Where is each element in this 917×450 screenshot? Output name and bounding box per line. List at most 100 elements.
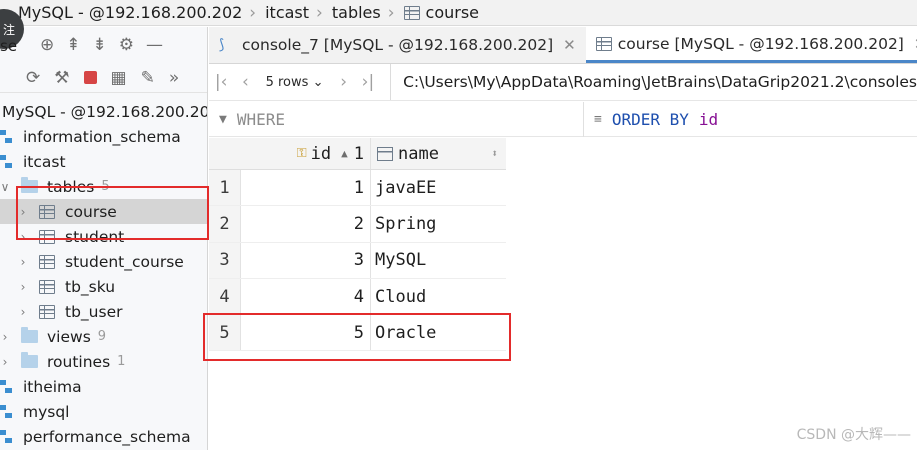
tree-item-itheima[interactable]: itheima: [0, 374, 207, 399]
where-label: WHERE: [236, 109, 285, 129]
tree-item-label: routines: [47, 352, 111, 371]
gear-icon[interactable]: ⚙: [119, 35, 134, 55]
cell-id[interactable]: 3: [241, 242, 371, 278]
console-icon: ⟆: [219, 37, 225, 53]
cell-id[interactable]: 5: [241, 315, 371, 351]
more-icon[interactable]: »: [169, 68, 179, 88]
breadcrumb-table[interactable]: course: [403, 3, 479, 22]
folder-icon: [21, 352, 38, 368]
tree-item-label: tb_sku: [65, 277, 116, 296]
sort-ascending-icon[interactable]: ▲: [341, 147, 348, 160]
collapse-all-icon[interactable]: ⇞: [66, 35, 80, 55]
tree-item-connection[interactable]: MySQL - @192.168.200.202: [0, 99, 208, 124]
table-row[interactable]: 3 3 MySQL: [209, 242, 506, 279]
tree-item-label: itheima: [23, 377, 82, 396]
item-count: 9: [97, 329, 107, 344]
previous-page-icon[interactable]: ‹: [233, 72, 257, 92]
tree-item-tb-sku[interactable]: › tb_sku: [0, 274, 207, 299]
sort-lines-icon: ≡: [594, 111, 602, 127]
refresh-icon[interactable]: ⟳: [26, 68, 40, 88]
tab-console-7[interactable]: ⟆ console_7 [MySQL - @192.168.200.202] ✕: [209, 27, 586, 63]
cell-id[interactable]: 2: [241, 206, 371, 242]
minimize-icon[interactable]: —: [146, 35, 163, 55]
tree-item-student-course[interactable]: › student_course: [0, 249, 207, 274]
tree-item-views[interactable]: › views 9: [0, 324, 207, 349]
order-by-input[interactable]: ≡ ORDER BY id: [584, 110, 718, 129]
schema-tree: MySQL - @192.168.200.202 information_sch…: [0, 99, 208, 449]
tab-course[interactable]: course [MySQL - @192.168.200.202] ✕: [585, 27, 917, 63]
tree-item-label: student: [65, 227, 125, 246]
edit-icon[interactable]: ✎: [141, 68, 155, 88]
tree-item-mysql[interactable]: mysql: [0, 399, 207, 424]
tree-item-label: tb_user: [65, 302, 123, 321]
table-editor-icon[interactable]: ▦: [111, 68, 127, 88]
table-icon: [403, 5, 420, 20]
next-page-icon[interactable]: ›: [331, 72, 355, 92]
close-icon[interactable]: ✕: [563, 36, 576, 54]
breadcrumb-separator-icon: ›: [249, 2, 257, 23]
explorer-toolbar: ⊕ ⇞ ⇟ ⚙ —: [0, 27, 207, 63]
tree-item-routines[interactable]: › routines 1: [0, 349, 207, 374]
table-icon: [39, 204, 55, 219]
chevron-right-icon[interactable]: ›: [0, 355, 10, 369]
tab-label: console_7 [MySQL - @192.168.200.202]: [242, 36, 554, 54]
table-icon: [39, 254, 55, 269]
tree-item-label: mysql: [23, 402, 70, 421]
cell-name[interactable]: Cloud: [371, 279, 506, 314]
cell-id[interactable]: 4: [241, 278, 371, 315]
item-count: 1: [117, 354, 126, 369]
cell-name[interactable]: Spring: [371, 206, 506, 241]
sort-toggle-icon[interactable]: ⬍: [491, 147, 498, 160]
cell-id[interactable]: 1: [241, 170, 371, 206]
filter-bar: ▼ WHERE ≡ ORDER BY id: [209, 101, 917, 137]
tree-item-label: MySQL - @192.168.200.202: [2, 102, 208, 121]
column-header-id[interactable]: ⚿ id ▲ 1: [241, 138, 371, 169]
chevron-right-icon[interactable]: ›: [18, 255, 28, 269]
tree-item-tb-user[interactable]: › tb_user: [0, 299, 207, 324]
breadcrumb-connection[interactable]: MySQL - @192.168.200.202: [18, 3, 242, 22]
order-by-column: id: [698, 109, 719, 129]
cell-name[interactable]: javaEE: [371, 170, 506, 205]
tree-item-tables[interactable]: ∨ tables 5: [0, 174, 207, 199]
table-row[interactable]: 1 1 javaEE: [209, 170, 506, 207]
breadcrumb-separator-icon: ›: [316, 2, 323, 23]
breadcrumb-schema[interactable]: itcast: [265, 3, 309, 22]
tab-label: course [MySQL - @192.168.200.202]: [617, 34, 904, 53]
tree-item-student[interactable]: › student: [0, 224, 207, 249]
column-header-name[interactable]: name ⬍: [371, 138, 506, 169]
chevron-right-icon[interactable]: ›: [18, 230, 28, 244]
column-header-label: name: [398, 143, 439, 164]
tree-item-course[interactable]: › course: [0, 199, 207, 224]
stop-icon[interactable]: [83, 71, 97, 84]
chevron-right-icon[interactable]: ›: [0, 330, 10, 344]
where-filter-input[interactable]: ▼ WHERE: [209, 101, 584, 137]
last-page-icon[interactable]: ›|: [356, 72, 380, 92]
expand-all-icon[interactable]: ⇟: [93, 35, 107, 55]
sort-order-number: 1: [353, 143, 364, 164]
chevron-right-icon[interactable]: ›: [18, 305, 28, 319]
chevron-right-icon[interactable]: ›: [18, 280, 28, 294]
table-icon: [39, 279, 55, 294]
tree-item-itcast[interactable]: itcast: [0, 149, 207, 174]
tree-item-label: itcast: [23, 152, 66, 171]
tree-item-information-schema[interactable]: information_schema: [0, 124, 207, 149]
table-row[interactable]: 4 4 Cloud: [209, 278, 506, 316]
cell-name[interactable]: Oracle: [371, 315, 506, 350]
chevron-right-icon[interactable]: ›: [18, 205, 28, 219]
tree-item-performance-schema[interactable]: performance_schema: [0, 424, 207, 449]
table-row[interactable]: 2 2 Spring: [209, 206, 506, 243]
target-icon[interactable]: ⊕: [40, 35, 54, 55]
breadcrumb-folder-label: tables: [331, 3, 381, 22]
folder-icon: [21, 177, 38, 193]
breadcrumb-folder[interactable]: tables: [332, 3, 381, 22]
properties-icon[interactable]: ⚒: [54, 68, 69, 88]
table-row[interactable]: 5 5 Oracle: [209, 315, 506, 352]
schema-icon: [0, 129, 14, 144]
schema-icon: [0, 154, 14, 169]
first-page-icon[interactable]: |‹: [209, 72, 233, 92]
rows-selector[interactable]: 5 rows ⌄: [258, 75, 332, 90]
column-header-label: id: [310, 143, 332, 164]
tree-item-label: tables: [47, 177, 95, 196]
cell-name[interactable]: MySQL: [371, 243, 506, 278]
chevron-down-icon[interactable]: ∨: [0, 180, 10, 194]
